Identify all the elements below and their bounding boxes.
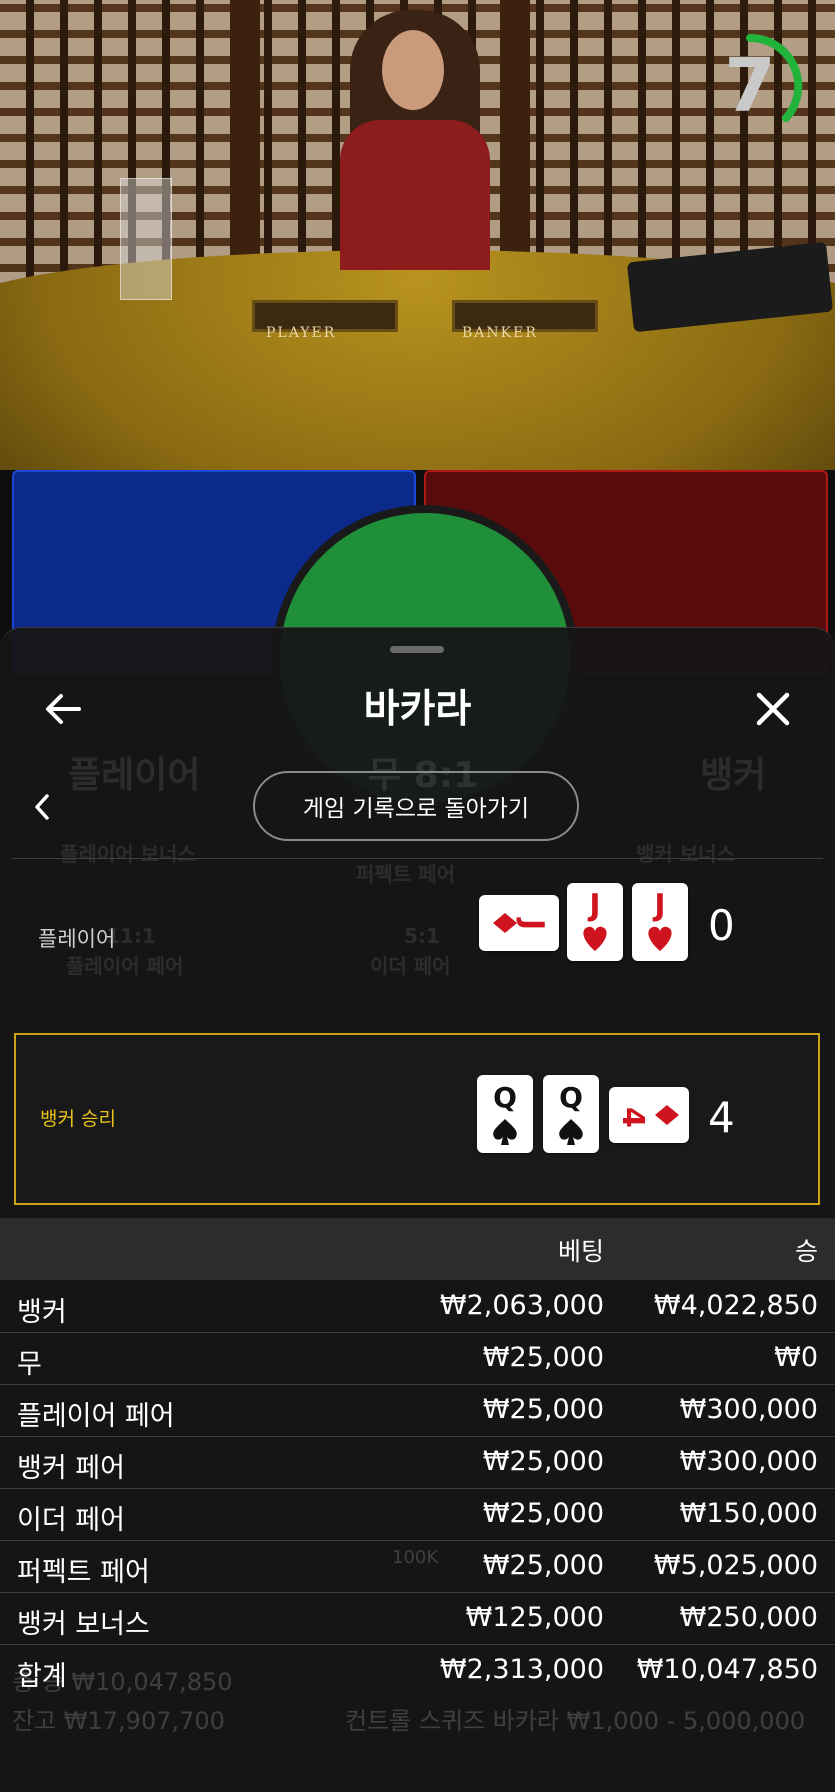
playing-card: 4 <box>609 1087 689 1143</box>
table-row: 무 ₩25,000 ₩0 <box>0 1332 835 1385</box>
win-amount: ₩300,000 <box>679 1394 818 1425</box>
table-row: 이더 페어 ₩25,000 ₩150,000 <box>0 1488 835 1541</box>
timer-value: 7 <box>724 43 776 129</box>
decor-post <box>230 0 260 270</box>
bet-type: 뱅커 <box>17 1297 67 1328</box>
bet-amount: ₩25,000 <box>482 1394 604 1425</box>
bet-type: 뱅커 페어 <box>17 1453 125 1484</box>
bet-amount: ₩2,063,000 <box>439 1290 604 1321</box>
banker-score: 4 <box>708 1093 735 1142</box>
bet-amount: ₩25,000 <box>482 1498 604 1529</box>
svg-text:Q: Q <box>559 1081 583 1114</box>
chevron-left-icon <box>35 794 49 820</box>
felt-label-player: PLAYER <box>266 325 337 341</box>
playing-card: J <box>567 883 623 961</box>
bet-type: 플레이어 페어 <box>17 1401 175 1432</box>
svg-text:4: 4 <box>615 1107 650 1128</box>
bg-banker-label: 뱅커 <box>700 755 767 796</box>
svg-text:J: J <box>652 888 665 923</box>
bg-player-label: 플레이어 <box>68 755 201 796</box>
playing-card: Q <box>543 1075 599 1153</box>
countdown-timer: 7 <box>696 32 804 140</box>
table-row: 플레이어 페어 ₩25,000 ₩300,000 <box>0 1384 835 1437</box>
table-row: 뱅커 ₩2,063,000 ₩4,022,850 <box>0 1280 835 1333</box>
bet-type: 무 <box>17 1349 42 1380</box>
sheet-title: 바카라 <box>363 687 472 732</box>
win-amount: ₩300,000 <box>679 1446 818 1477</box>
bg-banker-bonus: 뱅커 보너스 <box>636 842 735 866</box>
playing-card: J <box>632 883 688 961</box>
bg-player-bonus: 플레이어 보너스 <box>60 842 196 866</box>
bg-game-name: 컨트롤 스퀴즈 바카라 ₩1,000 - 5,000,000 <box>345 1707 806 1735</box>
felt-label-banker: BANKER <box>462 325 538 341</box>
total-bet: ₩2,313,000 <box>439 1654 604 1685</box>
back-to-history-button[interactable]: 게임 기록으로 돌아가기 <box>253 771 579 841</box>
playing-card: Q <box>477 1075 533 1153</box>
player-hand-label: 플레이어 <box>38 927 116 951</box>
total-label: 합계 <box>17 1661 67 1692</box>
bet-type: 이더 페어 <box>17 1505 125 1536</box>
close-icon <box>756 692 790 726</box>
decor-post <box>500 0 530 270</box>
dealer <box>330 10 500 270</box>
win-amount: ₩4,022,850 <box>653 1290 818 1321</box>
win-column-header: 승 <box>794 1237 818 1266</box>
table-row: 퍼펙트 페어 ₩25,000 ₩5,025,000 <box>0 1540 835 1593</box>
discard-holder <box>120 178 172 300</box>
bg-balance: 잔고 ₩17,907,700 <box>12 1707 225 1735</box>
table-row-total: 합계 ₩2,313,000 ₩10,047,850 <box>0 1644 835 1696</box>
divider <box>12 858 823 859</box>
svg-text:J: J <box>515 917 550 930</box>
table-row: 뱅커 페어 ₩25,000 ₩300,000 <box>0 1436 835 1489</box>
playing-card: J <box>479 895 559 951</box>
bet-amount: ₩125,000 <box>465 1602 604 1633</box>
results-table-header: 베팅 승 <box>0 1218 835 1280</box>
table-row: 뱅커 보너스 ₩125,000 ₩250,000 <box>0 1592 835 1645</box>
total-win: ₩10,047,850 <box>636 1654 818 1685</box>
win-amount: ₩5,025,000 <box>653 1550 818 1581</box>
win-amount: ₩150,000 <box>679 1498 818 1529</box>
bet-column-header: 베팅 <box>557 1237 604 1266</box>
bet-amount: ₩25,000 <box>482 1342 604 1373</box>
svg-text:Q: Q <box>493 1081 517 1114</box>
win-amount: ₩0 <box>774 1342 818 1373</box>
win-amount: ₩250,000 <box>679 1602 818 1633</box>
bet-amount: ₩25,000 <box>482 1550 604 1581</box>
bet-type: 뱅커 보너스 <box>17 1609 150 1640</box>
bet-amount: ₩25,000 <box>482 1446 604 1477</box>
bet-type: 퍼펙트 페어 <box>17 1557 150 1588</box>
svg-text:J: J <box>587 888 600 923</box>
sheet-drag-handle[interactable] <box>390 646 444 653</box>
player-score: 0 <box>708 901 735 950</box>
prev-round-button[interactable] <box>22 785 62 829</box>
player-hand-row: 플레이어 J J J 0 <box>14 883 820 983</box>
banker-win-label: 뱅커 승리 <box>40 1108 116 1130</box>
banker-hand-row: 뱅커 승리 Q Q 4 4 <box>14 1033 820 1205</box>
close-button[interactable] <box>748 684 798 734</box>
